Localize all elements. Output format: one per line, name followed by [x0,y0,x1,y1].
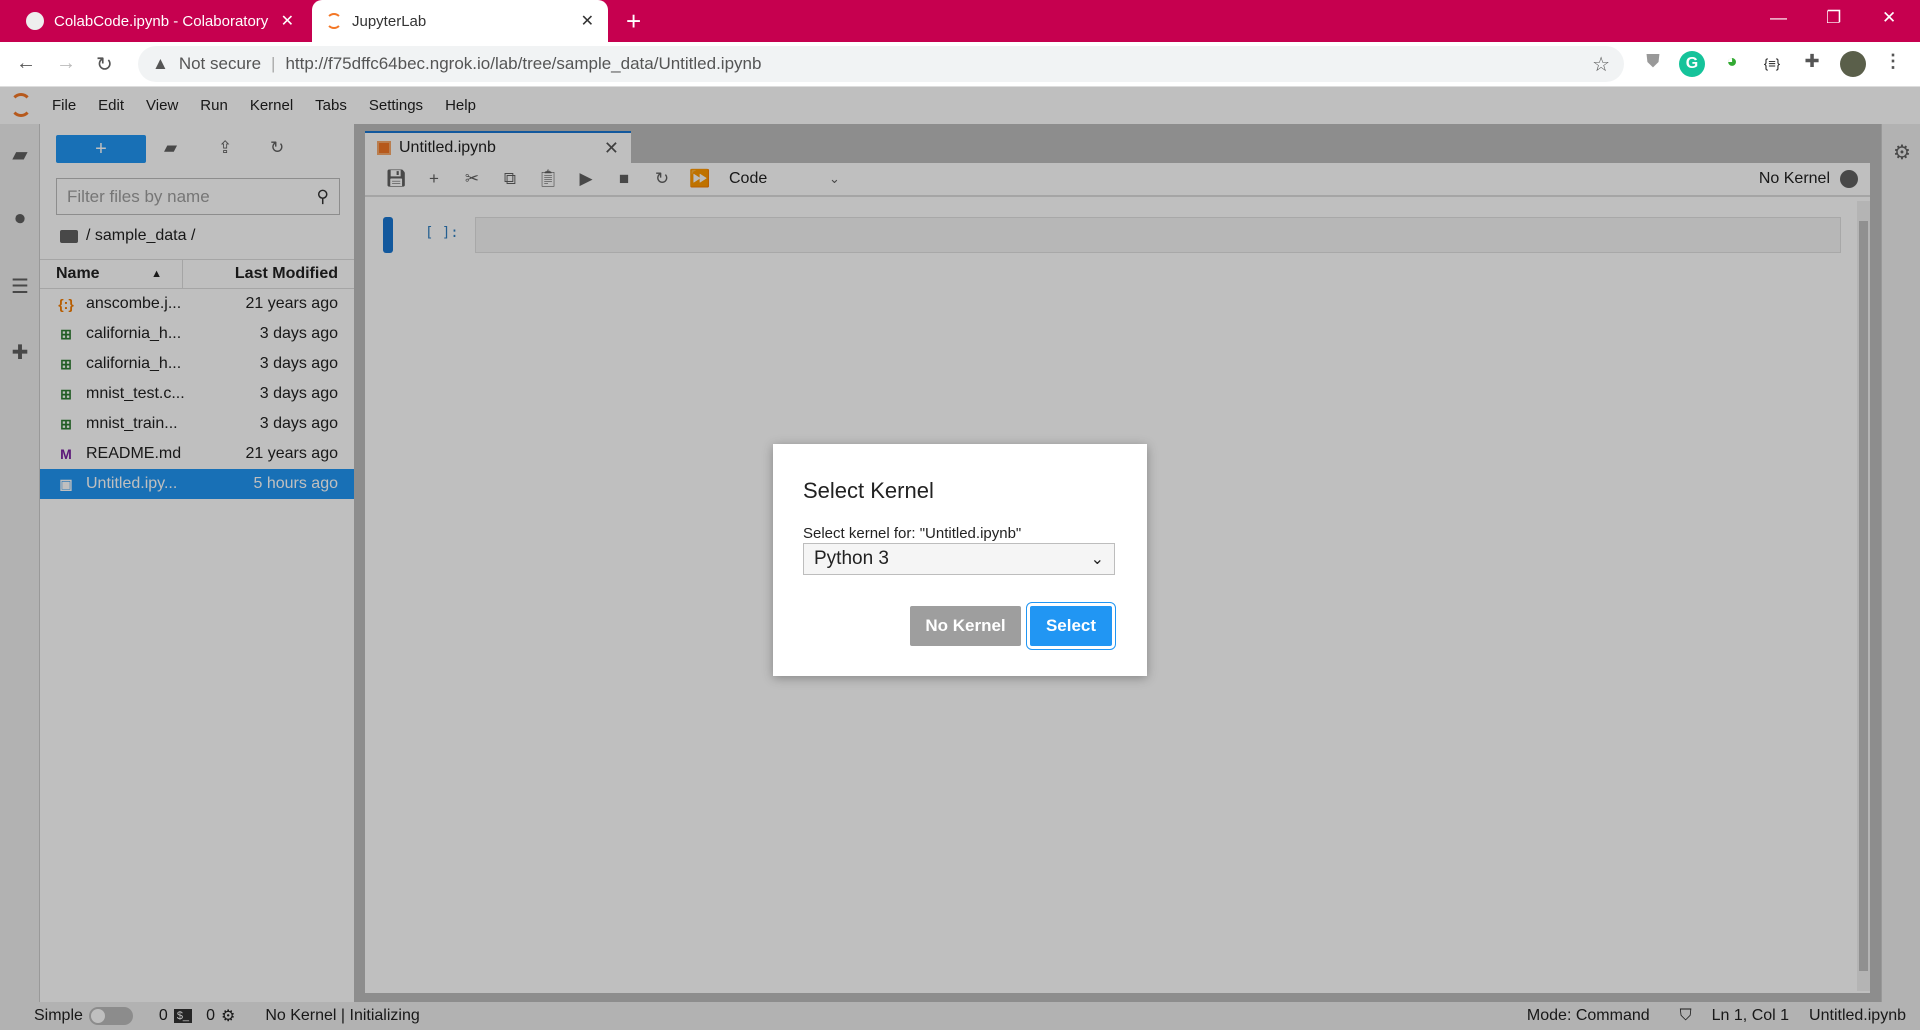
close-window-icon[interactable]: ✕ [1882,8,1896,28]
kernel-select-value: Python 3 [814,548,889,569]
no-kernel-button[interactable]: No Kernel [910,606,1021,646]
back-icon[interactable]: ← [16,52,36,75]
dialog-title: Select Kernel [803,478,934,503]
dialog-label: Select kernel for: "Untitled.ipynb" [803,525,1022,542]
minimize-icon[interactable]: — [1770,8,1787,28]
browser-tab-jupyterlab[interactable]: JupyterLab ✕ [312,0,608,42]
tab-label: JupyterLab [352,12,427,30]
reload-icon[interactable]: ↻ [96,52,113,77]
colab-icon [26,12,44,30]
forward-icon[interactable]: → [56,52,76,75]
download-manager-icon[interactable]: ◕ [1719,51,1745,77]
warning-icon: ▲ [152,54,169,73]
extensions-puzzle-icon[interactable]: ✚ [1799,51,1825,77]
url-bar[interactable]: ▲ Not secure | http://f75dffc64bec.ngrok… [138,46,1624,82]
jupyter-icon [326,13,342,29]
menu-kebab-icon[interactable]: ⋮ [1880,51,1906,77]
browser-tab-bar: ColabCode.ipynb - Colaboratory ✕ Jupyter… [0,0,1920,42]
kernel-select[interactable]: Python 3 ⌄ [803,543,1115,575]
close-tab-icon[interactable]: ✕ [281,11,294,31]
url-text: http://f75dffc64bec.ngrok.io/lab/tree/sa… [285,54,762,73]
security-label: Not secure [178,54,262,73]
restore-icon[interactable]: ❐ [1826,8,1841,28]
grammarly-icon[interactable]: G [1679,51,1705,77]
select-button[interactable]: Select [1026,602,1116,650]
chevron-down-icon: ⌄ [1090,551,1104,568]
browser-tab-colab[interactable]: ColabCode.ipynb - Colaboratory ✕ [12,0,308,42]
new-tab-button[interactable]: + [626,6,641,37]
select-kernel-dialog: Select Kernel Select kernel for: "Untitl… [773,444,1147,676]
shield-extension-icon[interactable]: ⛊ [1640,51,1666,77]
address-bar-row: ← → ↻ ▲ Not secure | http://f75dffc64bec… [0,42,1920,87]
json-extension-icon[interactable]: {≡} [1759,51,1785,77]
tab-label: ColabCode.ipynb - Colaboratory [54,12,269,30]
profile-avatar[interactable] [1840,51,1866,77]
close-tab-icon[interactable]: ✕ [581,11,594,31]
bookmark-star-icon[interactable]: ☆ [1592,52,1610,77]
